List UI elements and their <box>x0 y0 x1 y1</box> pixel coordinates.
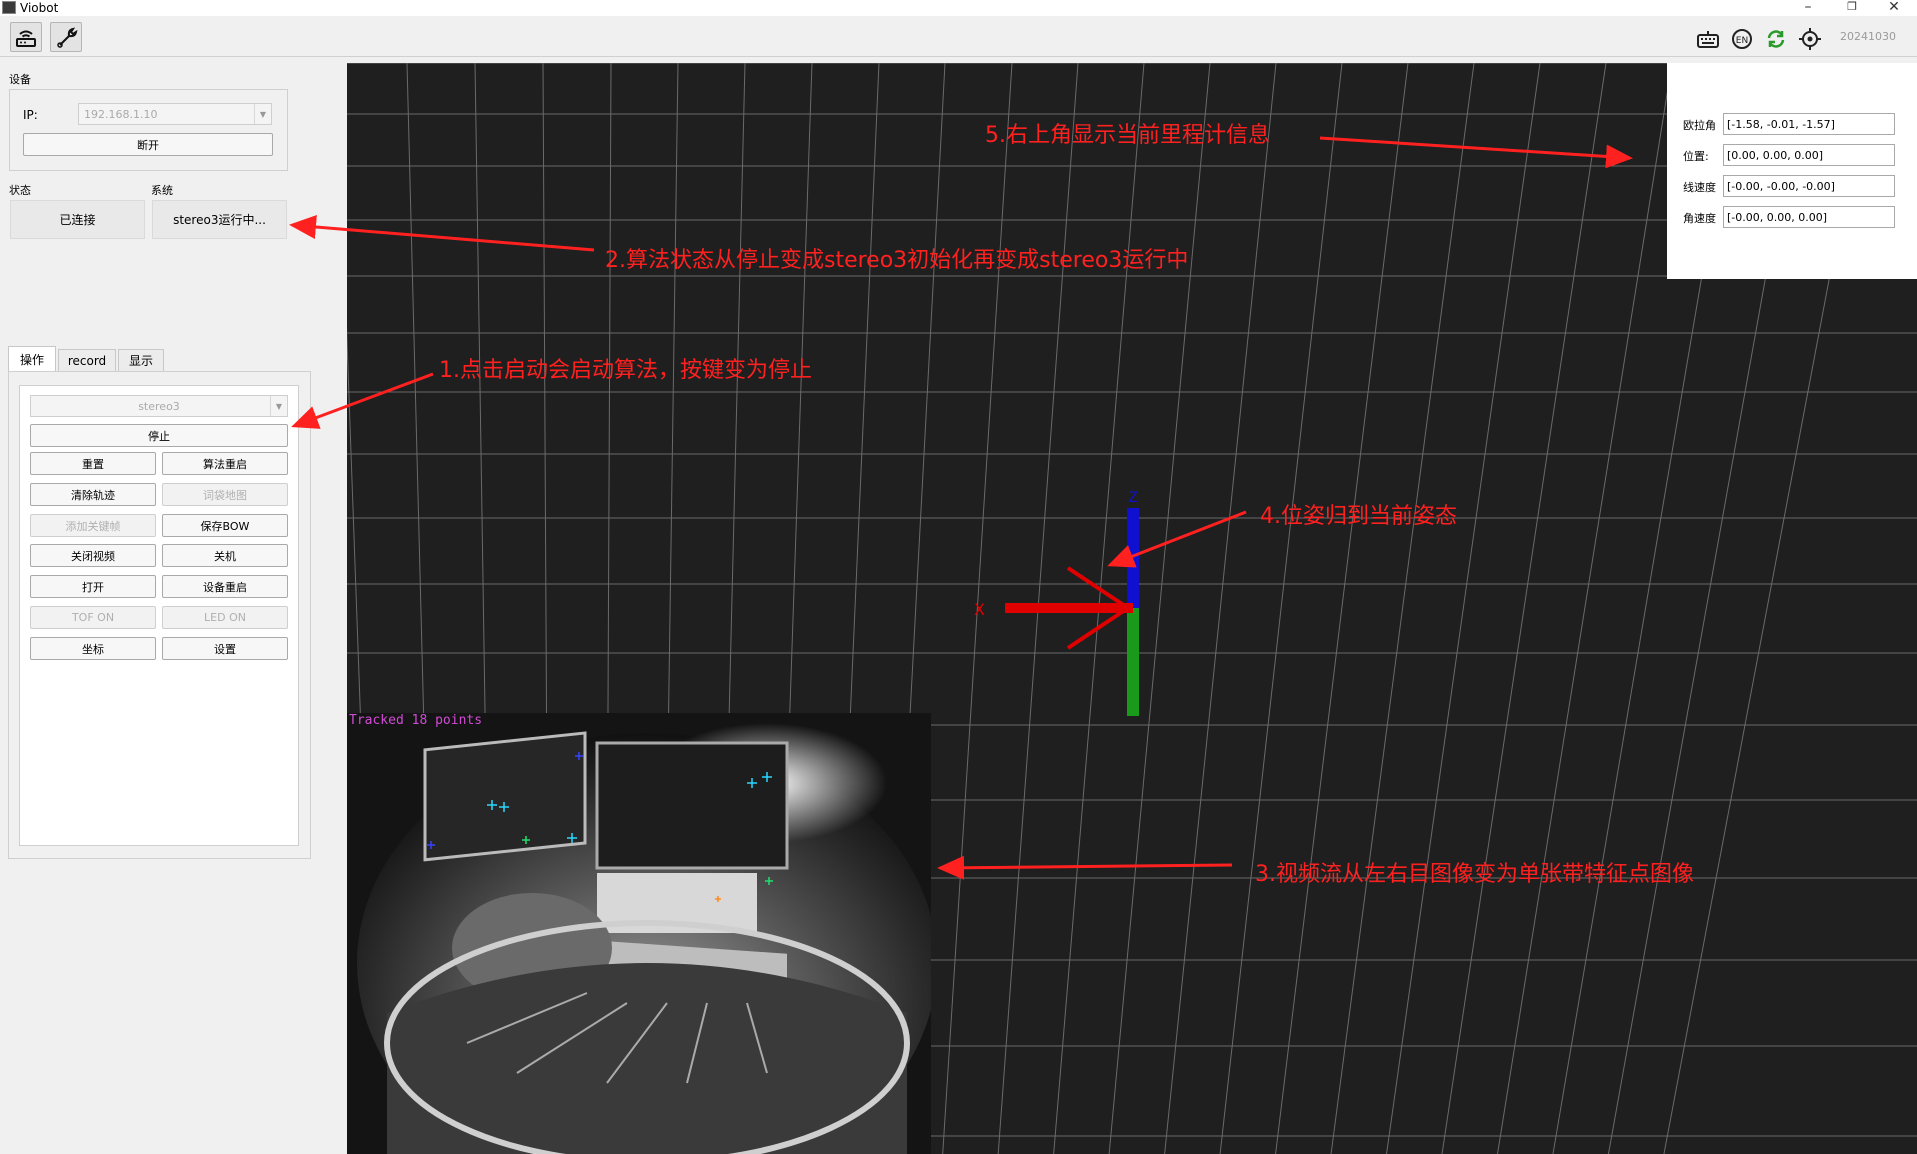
system-status: stereo3运行中... <box>152 200 287 239</box>
system-section-label: 系统 <box>151 184 173 197</box>
odometry-label: 线速度 <box>1683 181 1716 194</box>
ip-combobox[interactable]: 192.168.1.10 ▼ <box>78 103 272 125</box>
z-axis-label: Z <box>1128 490 1138 506</box>
app-icon <box>2 1 16 14</box>
grid-line <box>1386 63 1541 1154</box>
operation-button[interactable]: 坐标 <box>30 637 156 660</box>
operation-button[interactable]: 设备重启 <box>162 575 288 598</box>
annotation-3: 3.视频流从左右目图像变为单张带特征点图像 <box>1255 862 1694 887</box>
refresh-icon[interactable] <box>1764 27 1788 51</box>
odometry-panel <box>1667 63 1917 279</box>
toolbar <box>0 16 1917 57</box>
keyboard-icon[interactable] <box>1696 27 1720 51</box>
y-axis-label: Y <box>1128 700 1138 716</box>
operation-button[interactable]: 保存BOW <box>162 514 288 537</box>
router-icon <box>16 30 36 47</box>
close-button[interactable]: ✕ <box>1871 0 1917 16</box>
operation-button[interactable]: 算法重启 <box>162 452 288 475</box>
odometry-value-field[interactable]: [-0.00, -0.00, -0.00] <box>1723 175 1895 197</box>
operation-button[interactable]: LED ON <box>162 606 288 629</box>
tab-display[interactable]: 显示 <box>118 349 164 371</box>
annotation-5: 5.右上角显示当前里程计信息 <box>985 123 1270 148</box>
operation-button[interactable]: 打开 <box>30 575 156 598</box>
ip-label: IP: <box>23 108 38 122</box>
tab-operations[interactable]: 操作 <box>8 346 56 372</box>
operation-button[interactable]: TOF ON <box>30 606 156 629</box>
odometry-value-field[interactable]: [0.00, 0.00, 0.00] <box>1723 144 1895 166</box>
operation-button[interactable]: 关闭视频 <box>30 544 156 567</box>
annotation-4: 4.位姿归到当前姿态 <box>1260 504 1457 529</box>
x-axis <box>1005 603 1133 613</box>
odometry-label: 角速度 <box>1683 212 1716 225</box>
tracked-points-label: Tracked 18 points <box>349 713 483 728</box>
odometry-value-field[interactable]: [-1.58, -0.01, -1.57] <box>1723 113 1895 135</box>
status-section-label: 状态 <box>9 184 31 197</box>
operation-button[interactable]: 清除轨迹 <box>30 483 156 506</box>
device-groupbox <box>9 89 288 171</box>
grid-line <box>1330 63 1475 1154</box>
algorithm-value: stereo3 <box>138 399 180 413</box>
grid-line <box>1219 63 1343 1154</box>
ip-value: 192.168.1.10 <box>84 107 158 121</box>
monitor-left <box>423 731 587 862</box>
settings-tool-button[interactable] <box>50 22 82 52</box>
chevron-down-icon: ▼ <box>270 396 287 416</box>
operation-button[interactable]: 关机 <box>162 544 288 567</box>
minimize-button[interactable]: – <box>1785 0 1831 16</box>
operation-button[interactable]: 重置 <box>30 452 156 475</box>
camera-feed <box>347 713 931 1154</box>
wrench-icon <box>57 27 78 48</box>
version-label: 20241030 <box>1840 30 1896 43</box>
tab-record[interactable]: record <box>58 349 116 371</box>
odometry-label: 位置: <box>1683 150 1709 163</box>
x-axis-label: X <box>974 600 985 619</box>
stop-button[interactable]: 停止 <box>30 424 288 447</box>
annotation-2: 2.算法状态从停止变成stereo3初始化再变成stereo3运行中 <box>605 248 1189 273</box>
title-bar <box>0 0 1917 16</box>
operation-button[interactable]: 设置 <box>162 637 288 660</box>
svg-text:EN: EN <box>1736 36 1748 46</box>
operation-button[interactable]: 添加关键帧 <box>30 514 156 537</box>
odometry-value-field[interactable]: [-0.00, 0.00, 0.00] <box>1723 206 1895 228</box>
maximize-button[interactable]: ❐ <box>1829 0 1875 16</box>
chevron-down-icon: ▼ <box>254 104 271 124</box>
language-icon[interactable]: EN <box>1730 27 1754 51</box>
router-button[interactable] <box>10 22 42 52</box>
grid-line <box>1164 63 1277 1154</box>
disconnect-button[interactable]: 断开 <box>23 133 273 156</box>
operation-button[interactable]: 词袋地图 <box>162 483 288 506</box>
crosshair-icon[interactable] <box>1798 27 1822 51</box>
pose-axes: X Y Z <box>974 490 1139 716</box>
grid-line <box>1275 63 1409 1154</box>
connection-status: 已连接 <box>10 200 145 239</box>
algorithm-combobox[interactable]: stereo3 ▼ <box>30 395 288 417</box>
annotation-1: 1.点击启动会启动算法，按键变为停止 <box>439 358 812 383</box>
monitor-right <box>595 741 789 870</box>
window-title: Viobot <box>20 1 59 15</box>
device-section-label: 设备 <box>9 73 31 86</box>
odometry-label: 欧拉角 <box>1683 119 1716 132</box>
